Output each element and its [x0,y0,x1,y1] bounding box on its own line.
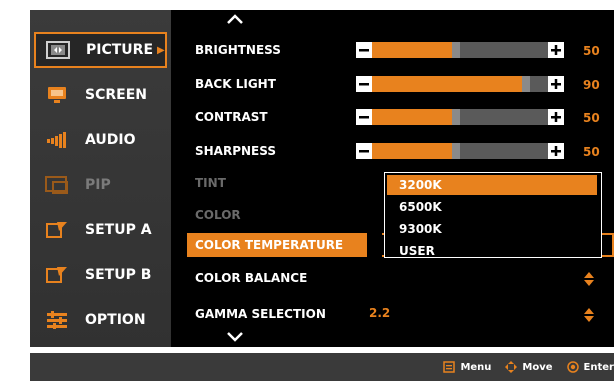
menu-item-picture[interactable]: PICTURE ▶ [34,32,167,68]
menu-item-audio[interactable]: AUDIO [35,122,166,158]
minus-icon[interactable] [356,76,372,92]
slider-thumb[interactable] [522,76,531,92]
color-temperature-dropdown[interactable]: 3200K 6500K 9300K USER [384,172,602,258]
updown-icon[interactable] [583,271,595,287]
screen-icon [45,86,69,104]
menu-item-setup-a[interactable]: SETUP A [35,212,166,248]
menu-item-label: SCREEN [85,87,147,103]
slider-fill [372,109,460,125]
hint-move-label: Move [522,361,553,373]
sharpness-row[interactable]: SHARPNESS [195,140,276,162]
color-balance-label: COLOR BALANCE [195,271,308,285]
move-icon [505,361,518,373]
slider-track[interactable] [372,109,548,125]
menu-icon [443,361,456,373]
plus-icon[interactable] [548,42,564,58]
updown-icon[interactable] [583,307,595,323]
sharpness-value: 50 [583,145,600,159]
contrast-value: 50 [583,111,600,125]
slider-fill [372,76,531,92]
hint-menu-label: Menu [460,361,492,373]
slider-track[interactable] [372,42,548,58]
contrast-slider[interactable] [356,109,564,125]
hint-enter: Enter [566,361,614,373]
contrast-label: CONTRAST [195,110,268,124]
menu-item-label: PIP [85,177,111,193]
dropdown-option-3200k[interactable]: 3200K [387,175,597,195]
hint-enter-label: Enter [583,361,614,373]
picture-icon [46,41,70,59]
footer-hints: Menu Move Enter [30,353,614,381]
sharpness-label: SHARPNESS [195,144,276,158]
minus-icon[interactable] [356,42,372,58]
slider-fill [372,143,460,159]
menu-item-pip[interactable]: PIP [35,167,166,203]
menu-item-label: AUDIO [85,132,136,148]
backlight-value: 90 [583,78,600,92]
gamma-value: 2.2 [369,306,391,320]
color-temperature-row[interactable]: COLOR TEMPERATURE [187,233,367,257]
active-arrow-icon: ▶ [157,44,165,56]
tint-row: TINT [195,172,226,194]
color-temperature-label: COLOR TEMPERATURE [195,238,344,252]
color-label: COLOR [195,208,241,222]
osd-window: PICTURE ▶ SCREEN AUDIO PIP SETUP A SETUP… [30,10,614,381]
hint-move: Move [505,361,553,373]
minus-icon[interactable] [356,109,372,125]
slider-thumb[interactable] [452,109,460,125]
slider-thumb[interactable] [452,143,460,159]
scroll-down-icon[interactable] [226,332,244,342]
brightness-row[interactable]: BRIGHTNESS [195,39,281,61]
setup-b-icon [45,266,69,284]
enter-icon [566,361,579,373]
menu-item-label: OPTION [85,312,146,328]
menu-item-label: SETUP A [85,222,152,238]
minus-icon[interactable] [356,143,372,159]
plus-icon[interactable] [548,143,564,159]
dropdown-option-9300k[interactable]: 9300K [387,219,597,239]
contrast-row[interactable]: CONTRAST [195,106,268,128]
backlight-row[interactable]: BACK LIGHT [195,73,276,95]
dropdown-option-6500k[interactable]: 6500K [387,197,597,217]
brightness-label: BRIGHTNESS [195,43,281,57]
main-menu: PICTURE ▶ SCREEN AUDIO PIP SETUP A SETUP… [30,10,171,347]
brightness-slider[interactable] [356,42,564,58]
setup-a-icon [45,221,69,239]
menu-item-label: PICTURE [86,42,154,58]
brightness-value: 50 [583,44,600,58]
backlight-slider[interactable] [356,76,564,92]
menu-item-setup-b[interactable]: SETUP B [35,257,166,293]
menu-item-screen[interactable]: SCREEN [35,77,166,113]
pip-icon [45,176,69,194]
scroll-up-icon[interactable] [226,14,244,24]
menu-item-option[interactable]: OPTION [35,302,166,338]
backlight-label: BACK LIGHT [195,77,276,91]
slider-thumb[interactable] [452,42,460,58]
menu-item-label: SETUP B [85,267,152,283]
slider-track[interactable] [372,76,548,92]
slider-track[interactable] [372,143,548,159]
dropdown-option-user[interactable]: USER [387,241,597,261]
gamma-label: GAMMA SELECTION [195,307,326,321]
color-balance-row[interactable]: COLOR BALANCE [195,267,307,289]
hint-menu: Menu [443,361,491,373]
sharpness-slider[interactable] [356,143,564,159]
slider-fill [372,42,460,58]
color-row: COLOR [195,204,241,226]
picture-settings-panel: BRIGHTNESS 50 BACK LIGHT 90 CONTRAST 50 [171,10,614,347]
gamma-row[interactable]: GAMMA SELECTION [195,303,326,325]
option-icon [45,311,69,329]
tint-label: TINT [195,176,226,190]
plus-icon[interactable] [548,76,564,92]
audio-icon [45,131,69,149]
plus-icon[interactable] [548,109,564,125]
